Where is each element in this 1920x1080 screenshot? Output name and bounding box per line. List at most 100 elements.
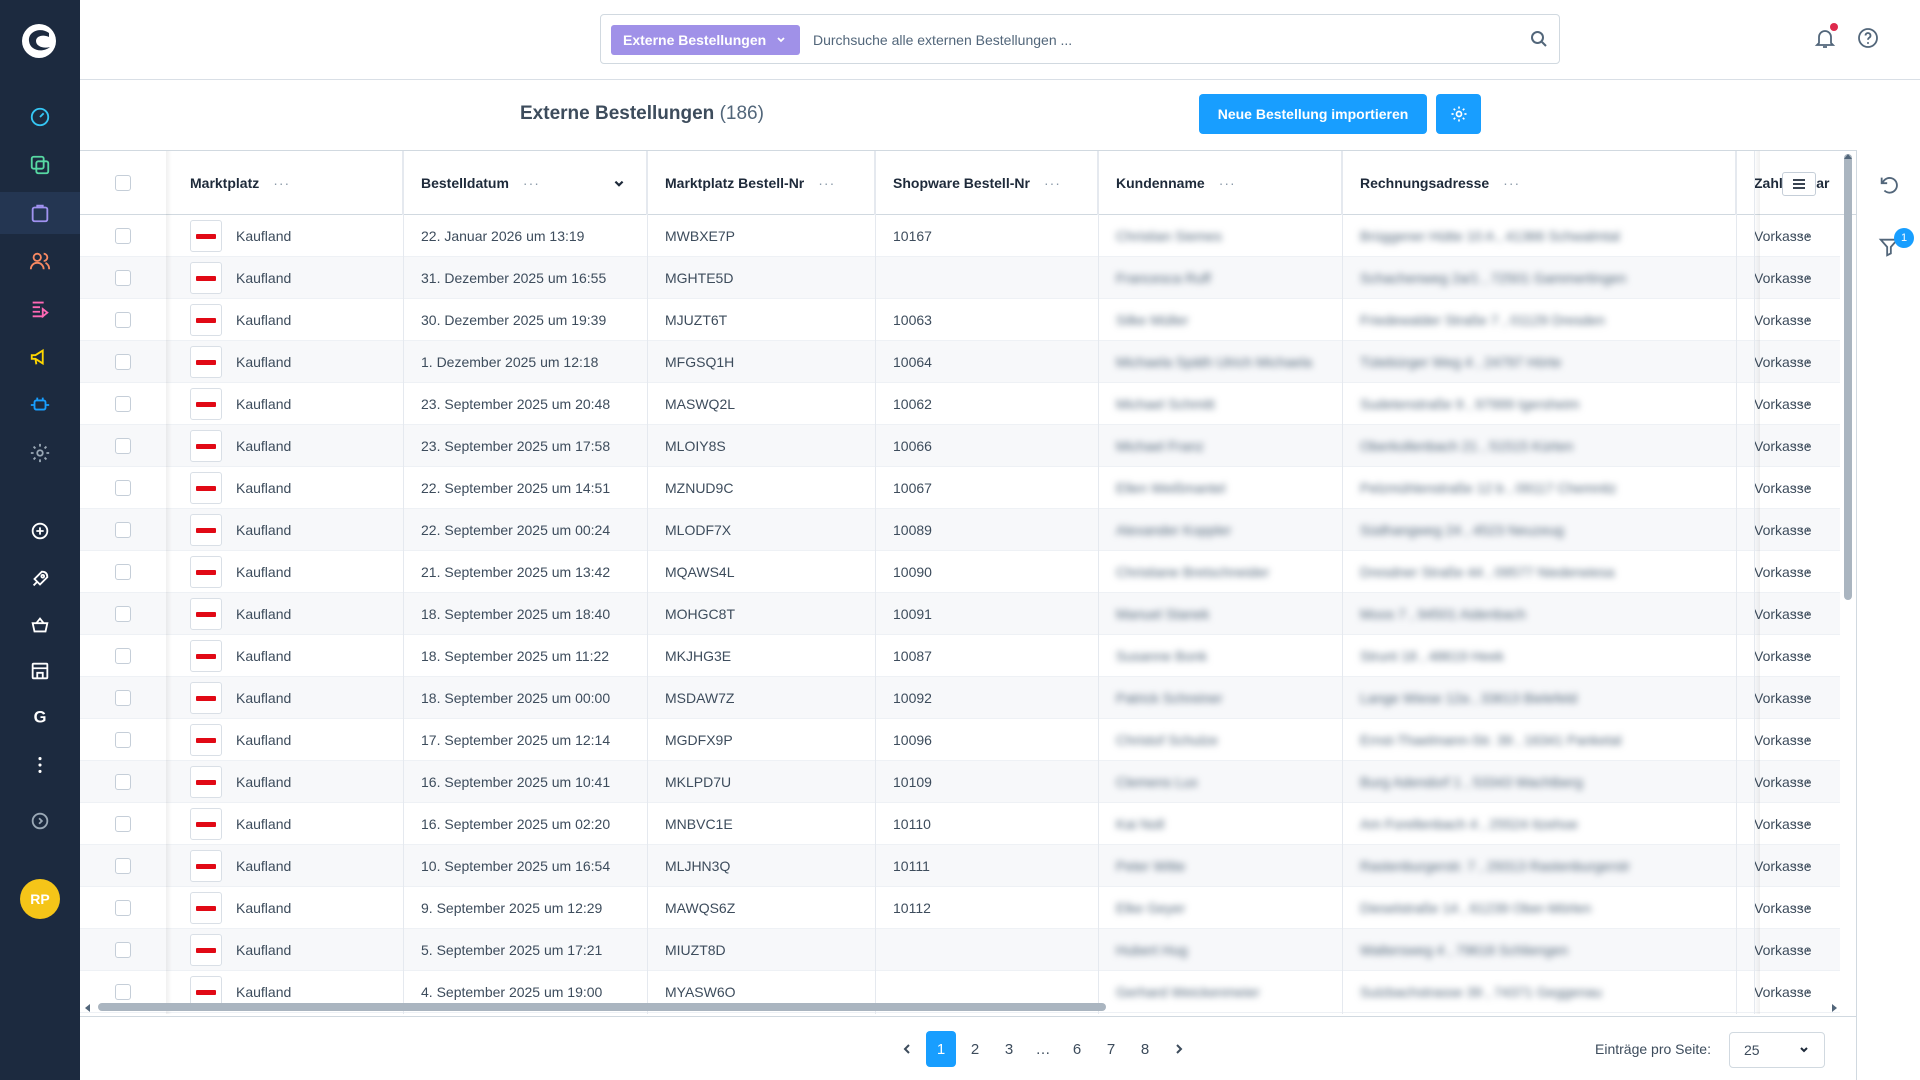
row-checkbox[interactable] (115, 606, 131, 622)
row-checkbox[interactable] (115, 396, 131, 412)
row-actions-icon[interactable]: ··· (1782, 845, 1822, 887)
table-row[interactable]: Kaufland 22. Januar 2026 um 13:19 MWBXE7P 1… (80, 215, 1840, 257)
catalogue-icon[interactable] (26, 151, 54, 179)
row-actions-icon[interactable]: ··· (1782, 383, 1822, 425)
table-row[interactable]: Kaufland 17. September 2025 um 12:14 MGDFX… (80, 719, 1840, 761)
shopware-logo[interactable] (19, 21, 59, 61)
customers-icon[interactable] (26, 247, 54, 275)
column-header-billing-address[interactable]: Rechnungsadresse ··· (1342, 151, 1736, 215)
scroll-left-arrow-icon[interactable] (83, 1003, 91, 1013)
table-row[interactable]: Kaufland 5. September 2025 um 17:21 MIUZT8… (80, 929, 1840, 971)
row-actions-icon[interactable]: ··· (1782, 887, 1822, 929)
row-checkbox[interactable] (115, 564, 131, 580)
table-row[interactable]: Kaufland 10. September 2025 um 16:54 MLJHN… (80, 845, 1840, 887)
sort-descending-icon[interactable] (613, 178, 625, 190)
column-menu-icon[interactable]: ··· (1503, 175, 1520, 191)
marketing-icon[interactable] (26, 343, 54, 371)
column-menu-icon[interactable]: ··· (818, 175, 835, 191)
row-checkbox[interactable] (115, 480, 131, 496)
basket-icon[interactable] (26, 611, 54, 639)
next-page-icon[interactable] (1162, 1031, 1196, 1067)
row-checkbox[interactable] (115, 732, 131, 748)
extensions-icon[interactable] (26, 391, 54, 419)
table-row[interactable]: Kaufland 9. September 2025 um 12:29 MAWQS6… (80, 887, 1840, 929)
table-row[interactable]: Kaufland 18. September 2025 um 00:00 MSDAW… (80, 677, 1840, 719)
dashboard-icon[interactable] (26, 103, 54, 131)
column-header-marketplace[interactable]: Marktplatz ··· (172, 151, 403, 215)
table-row[interactable]: Kaufland 21. September 2025 um 13:42 MQAWS… (80, 551, 1840, 593)
page-button[interactable]: 1 (926, 1031, 956, 1067)
orders-icon[interactable] (26, 199, 54, 227)
table-row[interactable]: Kaufland 18. September 2025 um 18:40 MOHGC… (80, 593, 1840, 635)
row-checkbox[interactable] (115, 900, 131, 916)
row-actions-icon[interactable]: ··· (1782, 593, 1822, 635)
column-menu-icon[interactable]: ··· (523, 175, 540, 191)
collapse-sidebar-icon[interactable] (26, 807, 54, 835)
row-checkbox[interactable] (115, 354, 131, 370)
list-settings-button[interactable] (1436, 94, 1481, 134)
vertical-scrollbar[interactable] (1844, 154, 1852, 600)
column-menu-icon[interactable]: ··· (273, 175, 290, 191)
previous-page-icon[interactable] (890, 1031, 924, 1067)
content-icon[interactable] (26, 295, 54, 323)
row-checkbox[interactable] (115, 228, 131, 244)
row-checkbox[interactable] (115, 942, 131, 958)
row-actions-icon[interactable]: ··· (1782, 677, 1822, 719)
user-avatar[interactable]: RP (20, 879, 60, 919)
page-button[interactable]: 3 (992, 1031, 1026, 1067)
row-checkbox[interactable] (115, 690, 131, 706)
settings-icon[interactable] (26, 439, 54, 467)
row-actions-icon[interactable]: ··· (1782, 803, 1822, 845)
table-row[interactable]: Kaufland 16. September 2025 um 02:20 MNBVC… (80, 803, 1840, 845)
table-row[interactable]: Kaufland 31. Dezember 2025 um 16:55 MGHTE5… (80, 257, 1840, 299)
row-checkbox[interactable] (115, 984, 131, 1000)
row-actions-icon[interactable]: ··· (1782, 341, 1822, 383)
row-checkbox[interactable] (115, 816, 131, 832)
column-header-order-date[interactable]: Bestelldatum ··· (403, 151, 647, 215)
row-actions-icon[interactable]: ··· (1782, 971, 1822, 1013)
row-checkbox[interactable] (115, 522, 131, 538)
column-settings-button[interactable] (1782, 172, 1816, 196)
row-actions-icon[interactable]: ··· (1782, 257, 1822, 299)
table-row[interactable]: Kaufland 16. September 2025 um 10:41 MKLPD… (80, 761, 1840, 803)
row-actions-icon[interactable]: ··· (1782, 635, 1822, 677)
row-actions-icon[interactable]: ··· (1782, 467, 1822, 509)
row-actions-icon[interactable]: ··· (1782, 551, 1822, 593)
row-checkbox[interactable] (115, 648, 131, 664)
row-actions-icon[interactable]: ··· (1782, 719, 1822, 761)
page-button[interactable]: 7 (1094, 1031, 1128, 1067)
search-input[interactable] (811, 27, 1511, 53)
page-button[interactable]: 8 (1128, 1031, 1162, 1067)
table-row[interactable]: Kaufland 22. September 2025 um 00:24 MLODF… (80, 509, 1840, 551)
table-row[interactable]: Kaufland 18. September 2025 um 11:22 MKJHG… (80, 635, 1840, 677)
table-row[interactable]: Kaufland 30. Dezember 2025 um 19:39 MJUZT6… (80, 299, 1840, 341)
row-checkbox[interactable] (115, 774, 131, 790)
row-actions-icon[interactable]: ··· (1782, 761, 1822, 803)
horizontal-scrollbar[interactable] (98, 1003, 1106, 1011)
scroll-right-arrow-icon[interactable] (1831, 1003, 1839, 1013)
scroll-up-arrow-icon[interactable] (1843, 152, 1853, 160)
row-actions-icon[interactable]: ··· (1782, 425, 1822, 467)
table-row[interactable]: Kaufland 23. September 2025 um 20:48 MASWQ… (80, 383, 1840, 425)
column-header-customer-name[interactable]: Kundenname ··· (1098, 151, 1342, 215)
column-header-marketplace-order-no[interactable]: Marktplatz Bestell-Nr ··· (647, 151, 875, 215)
rocket-icon[interactable] (26, 565, 54, 593)
column-header-shopware-order-no[interactable]: Shopware Bestell-Nr ··· (875, 151, 1098, 215)
row-actions-icon[interactable]: ··· (1782, 509, 1822, 551)
row-actions-icon[interactable]: ··· (1782, 215, 1822, 257)
page-button[interactable]: 6 (1060, 1031, 1094, 1067)
google-icon[interactable]: G (26, 703, 54, 731)
more-vertical-icon[interactable] (26, 751, 54, 779)
row-checkbox[interactable] (115, 270, 131, 286)
help-icon[interactable] (1856, 26, 1880, 50)
column-menu-icon[interactable]: ··· (1219, 175, 1236, 191)
select-all-checkbox[interactable] (115, 175, 131, 191)
search-type-selector[interactable]: Externe Bestellungen (611, 25, 801, 55)
table-row[interactable]: Kaufland 1. Dezember 2025 um 12:18 MFGSQ1H… (80, 341, 1840, 383)
column-menu-icon[interactable]: ··· (1044, 175, 1061, 191)
per-page-select[interactable]: 25 (1729, 1032, 1825, 1068)
row-checkbox[interactable] (115, 312, 131, 328)
table-row[interactable]: Kaufland 22. September 2025 um 14:51 MZNUD… (80, 467, 1840, 509)
row-checkbox[interactable] (115, 438, 131, 454)
add-circle-icon[interactable] (26, 517, 54, 545)
